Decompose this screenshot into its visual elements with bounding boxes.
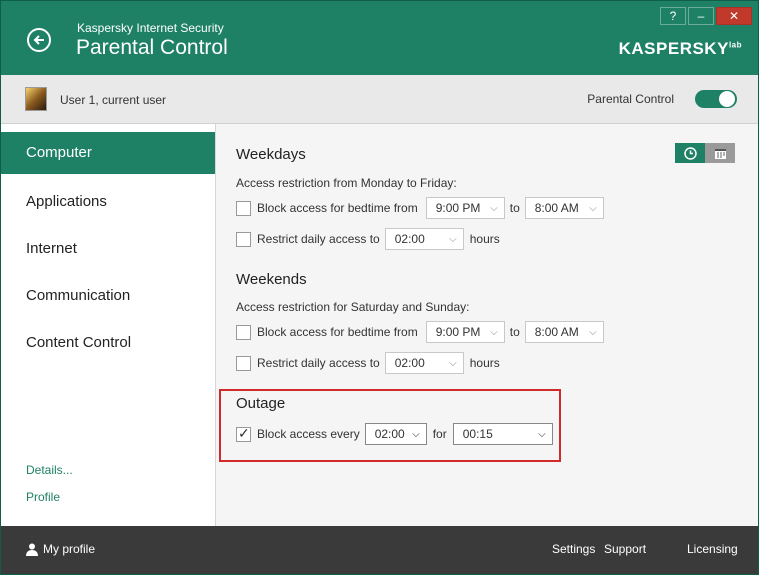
person-icon bbox=[26, 543, 38, 556]
weekdays-daily-label: Restrict daily access to bbox=[257, 232, 380, 246]
back-arrow-icon bbox=[33, 35, 44, 45]
weekends-bedtime-checkbox[interactable] bbox=[236, 324, 251, 340]
my-profile-link[interactable]: My profile bbox=[26, 542, 95, 556]
clock-view-button[interactable] bbox=[675, 143, 705, 163]
weekdays-bedtime-row: Block access for bedtime from 9:00 PM ⌵ t… bbox=[236, 197, 604, 219]
weekdays-title: Weekdays bbox=[236, 146, 306, 163]
outage-title: Outage bbox=[236, 395, 286, 412]
weekends-bedtime-to-select[interactable]: 8:00 AM ⌵ bbox=[524, 321, 604, 343]
close-button[interactable]: ✕ bbox=[716, 7, 752, 25]
details-link[interactable]: Details... bbox=[26, 463, 73, 477]
weekends-bedtime-row: Block access for bedtime from 9:00 PM ⌵ t… bbox=[236, 321, 604, 343]
app-name: Kaspersky Internet Security bbox=[77, 21, 224, 35]
back-button[interactable] bbox=[27, 28, 51, 52]
weekdays-daily-value: 02:00 bbox=[394, 232, 425, 246]
avatar bbox=[25, 87, 47, 111]
weekends-daily-label: Restrict daily access to bbox=[257, 356, 380, 370]
weekends-hours-label: hours bbox=[469, 356, 500, 370]
parental-control-toggle-label: Parental Control bbox=[587, 92, 674, 106]
outage-for-label: for bbox=[432, 427, 447, 441]
view-switcher bbox=[675, 143, 735, 163]
weekends-daily-row: Restrict daily access to 02:00 ⌵ hours bbox=[236, 352, 500, 374]
profile-link[interactable]: Profile bbox=[26, 490, 60, 504]
weekdays-bedtime-label: Block access for bedtime from bbox=[257, 201, 418, 215]
user-bar: User 1, current user Parental Control bbox=[1, 75, 758, 124]
logo-text: KASPERSKY bbox=[618, 39, 729, 58]
weekdays-description: Access restriction from Monday to Friday… bbox=[236, 176, 457, 190]
title-bar: Kaspersky Internet Security Parental Con… bbox=[1, 1, 758, 75]
calendar-icon bbox=[714, 148, 726, 159]
licensing-link[interactable]: Licensing bbox=[687, 542, 738, 556]
chevron-down-icon: ⌵ bbox=[490, 202, 498, 214]
chevron-down-icon: ⌵ bbox=[538, 428, 546, 440]
sidebar-item-computer[interactable]: Computer bbox=[1, 132, 215, 174]
weekdays-to-label: to bbox=[509, 201, 520, 215]
outage-duration-value: 00:15 bbox=[462, 427, 493, 441]
current-user: User 1, current user bbox=[60, 93, 167, 107]
chevron-down-icon: ⌵ bbox=[589, 326, 597, 338]
weekdays-hours-label: hours bbox=[469, 232, 500, 246]
outage-every-select[interactable]: 02:00 ⌵ bbox=[364, 423, 427, 445]
weekends-description: Access restriction for Saturday and Sund… bbox=[236, 300, 470, 314]
minimize-button[interactable]: – bbox=[688, 7, 714, 25]
weekdays-daily-select[interactable]: 02:00 ⌵ bbox=[384, 228, 464, 250]
my-profile-label: My profile bbox=[43, 542, 96, 556]
outage-row: Block access every 02:00 ⌵ for 00:15 ⌵ bbox=[236, 423, 553, 445]
weekdays-bedtime-checkbox[interactable] bbox=[236, 200, 251, 216]
sidebar: Computer Applications Internet Communica… bbox=[1, 124, 216, 526]
weekdays-daily-row: Restrict daily access to 02:00 ⌵ hours bbox=[236, 228, 500, 250]
weekends-bedtime-label: Block access for bedtime from bbox=[257, 325, 418, 339]
chevron-down-icon: ⌵ bbox=[449, 357, 457, 369]
sidebar-item-content-control[interactable]: Content Control bbox=[1, 319, 215, 366]
outage-label: Block access every bbox=[257, 427, 360, 441]
weekends-daily-checkbox[interactable] bbox=[236, 355, 251, 371]
toggle-knob bbox=[719, 91, 735, 107]
chevron-down-icon: ⌵ bbox=[412, 428, 420, 440]
weekends-daily-select[interactable]: 02:00 ⌵ bbox=[384, 352, 464, 374]
weekends-bedtime-to-value: 8:00 AM bbox=[534, 325, 579, 339]
app-window: Kaspersky Internet Security Parental Con… bbox=[0, 0, 759, 575]
kaspersky-logo: KASPERSKYlab bbox=[619, 39, 742, 59]
weekdays-bedtime-from-select[interactable]: 9:00 PM ⌵ bbox=[425, 197, 505, 219]
outage-every-value: 02:00 bbox=[374, 427, 405, 441]
parental-control-toggle[interactable] bbox=[695, 90, 737, 108]
chevron-down-icon: ⌵ bbox=[490, 326, 498, 338]
weekends-daily-value: 02:00 bbox=[394, 356, 425, 370]
weekdays-bedtime-to-value: 8:00 AM bbox=[534, 201, 579, 215]
chevron-down-icon: ⌵ bbox=[449, 233, 457, 245]
outage-duration-select[interactable]: 00:15 ⌵ bbox=[452, 423, 553, 445]
weekdays-bedtime-from-value: 9:00 PM bbox=[435, 201, 481, 215]
calendar-view-button[interactable] bbox=[705, 143, 735, 163]
settings-link[interactable]: Settings bbox=[552, 542, 595, 556]
main-panel: Weekdays Access restriction from Monday … bbox=[216, 124, 758, 526]
logo-suffix: lab bbox=[728, 40, 742, 50]
clock-icon bbox=[683, 146, 697, 160]
weekends-title: Weekends bbox=[236, 271, 307, 288]
outage-checkbox[interactable] bbox=[236, 425, 251, 442]
support-link[interactable]: Support bbox=[604, 542, 646, 556]
sidebar-item-communication[interactable]: Communication bbox=[1, 272, 215, 319]
weekends-bedtime-from-value: 9:00 PM bbox=[435, 325, 481, 339]
page-title: Parental Control bbox=[76, 36, 228, 59]
window-controls: ? – ✕ bbox=[660, 7, 752, 25]
weekends-bedtime-from-select[interactable]: 9:00 PM ⌵ bbox=[425, 321, 505, 343]
weekends-to-label: to bbox=[509, 325, 520, 339]
help-button[interactable]: ? bbox=[660, 7, 686, 25]
sidebar-item-applications[interactable]: Applications bbox=[1, 178, 215, 225]
weekdays-daily-checkbox[interactable] bbox=[236, 231, 251, 247]
footer-bar: My profile Settings Support Licensing bbox=[1, 526, 758, 574]
chevron-down-icon: ⌵ bbox=[589, 202, 597, 214]
sidebar-item-internet[interactable]: Internet bbox=[1, 225, 215, 272]
weekdays-bedtime-to-select[interactable]: 8:00 AM ⌵ bbox=[524, 197, 604, 219]
